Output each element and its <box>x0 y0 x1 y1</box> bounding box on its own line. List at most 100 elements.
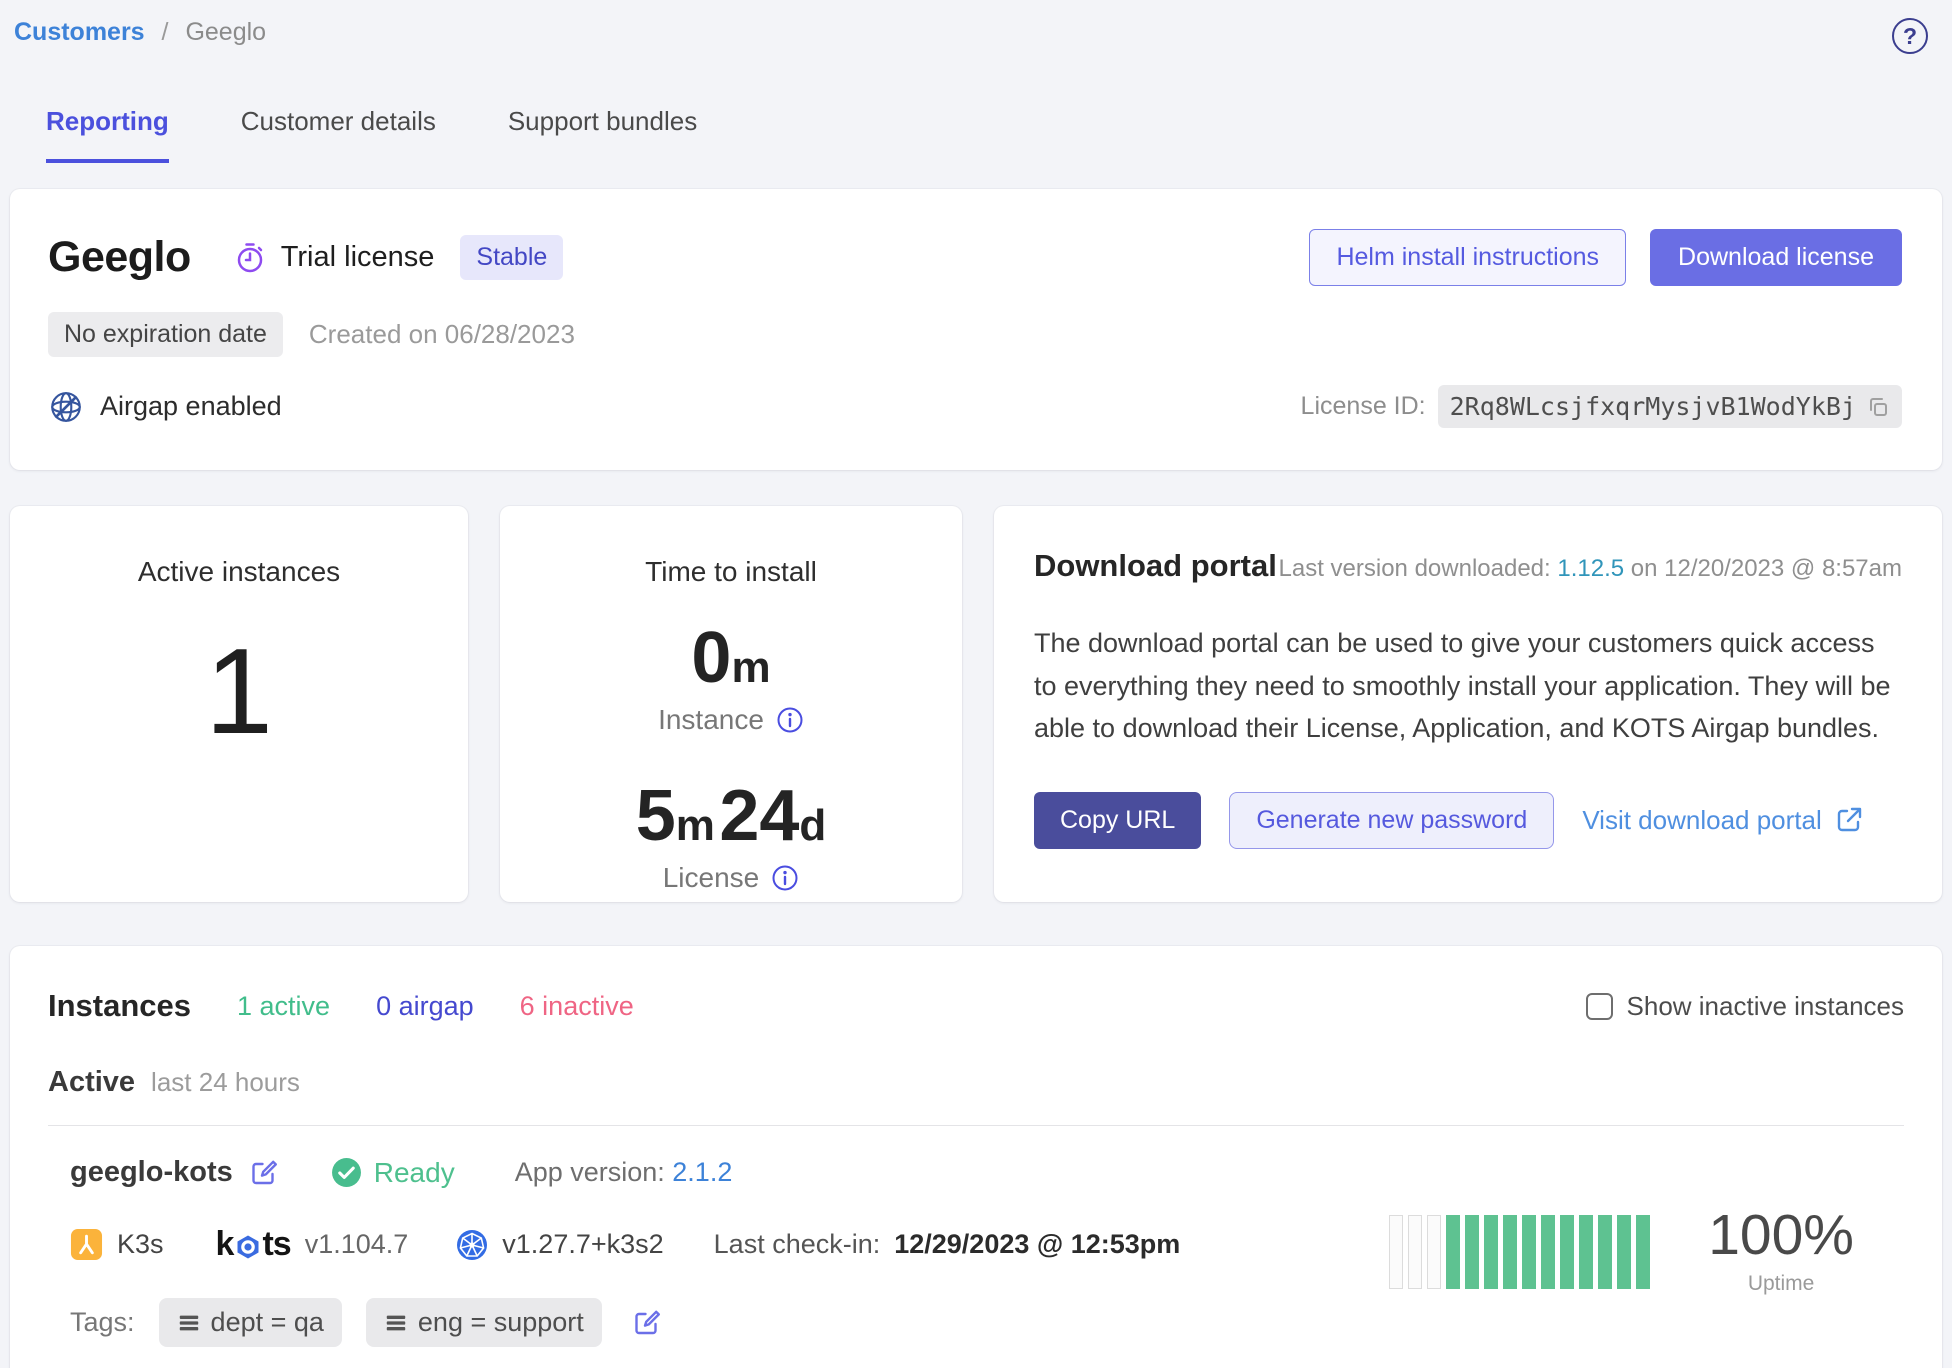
copy-icon[interactable] <box>1866 395 1890 419</box>
show-inactive-checkbox[interactable] <box>1586 993 1613 1020</box>
instances-title: Instances <box>48 988 191 1024</box>
last-version-link[interactable]: 1.12.5 <box>1557 555 1624 582</box>
customer-reporting-page: Customers / Geeglo ? Reporting Customer … <box>0 0 1952 1368</box>
kots-logo-ts: ts <box>262 1225 290 1264</box>
tag-chip: dept = qa <box>159 1298 342 1347</box>
download-portal-title: Download portal <box>1034 548 1277 584</box>
help-icon[interactable]: ? <box>1892 18 1928 54</box>
download-portal-card: Download portal Last version downloaded:… <box>994 506 1942 902</box>
breadcrumb-separator: / <box>162 18 169 46</box>
active-section-sublabel: last 24 hours <box>151 1067 300 1098</box>
breadcrumb: Customers / Geeglo <box>14 18 266 47</box>
kots-logo: k ts <box>216 1225 291 1264</box>
instance-time-label: Instance <box>658 704 764 736</box>
uptime-bar <box>1503 1215 1517 1289</box>
k8s-version-group: v1.27.7+k3s2 <box>456 1229 663 1261</box>
license-time-value2: 24 <box>719 776 799 856</box>
show-inactive-label: Show inactive instances <box>1627 991 1904 1022</box>
active-count[interactable]: 1 active <box>237 991 330 1022</box>
kots-version-group: k ts v1.104.7 <box>216 1225 409 1264</box>
uptime-block: 100% Uptime <box>1389 1207 1854 1296</box>
time-to-install-title: Time to install <box>500 556 962 588</box>
airgap-globe-icon <box>48 389 84 425</box>
uptime-bar <box>1598 1215 1612 1289</box>
tab-bar: Reporting Customer details Support bundl… <box>46 106 1942 163</box>
info-icon[interactable] <box>771 864 799 892</box>
uptime-bar <box>1541 1215 1555 1289</box>
license-id-label: License ID: <box>1301 392 1426 421</box>
kots-logo-k: k <box>216 1225 234 1264</box>
copy-url-button[interactable]: Copy URL <box>1034 792 1201 849</box>
top-bar: Customers / Geeglo ? <box>10 10 1942 54</box>
distribution-group: K3s <box>70 1228 164 1261</box>
license-time-label: License <box>663 862 760 894</box>
download-license-button[interactable]: Download license <box>1650 229 1902 286</box>
helm-install-instructions-button[interactable]: Helm install instructions <box>1309 229 1626 286</box>
edit-tags-icon[interactable] <box>632 1308 662 1338</box>
license-type: Trial license <box>233 241 435 275</box>
external-link-icon <box>1834 805 1864 835</box>
tags-label: Tags: <box>70 1307 135 1338</box>
uptime-label: Uptime <box>1708 1272 1854 1296</box>
tag-rows-icon <box>384 1311 408 1335</box>
kots-version: v1.104.7 <box>305 1229 409 1260</box>
uptime-bar <box>1579 1215 1593 1289</box>
license-time-unit2: d <box>799 801 826 850</box>
tag-label: eng = support <box>418 1307 584 1338</box>
last-checkin-label: Last check-in: <box>714 1229 881 1260</box>
tag-label: dept = qa <box>211 1307 324 1338</box>
uptime-bar <box>1636 1215 1650 1289</box>
uptime-bar <box>1484 1215 1498 1289</box>
channel-badge: Stable <box>460 235 563 280</box>
tab-reporting[interactable]: Reporting <box>46 106 169 163</box>
instances-card: Instances 1 active 0 airgap 6 inactive S… <box>10 946 1942 1368</box>
uptime-percent: 100% <box>1708 1207 1854 1264</box>
app-version-link[interactable]: 2.1.2 <box>672 1157 732 1187</box>
download-portal-description: The download portal can be used to give … <box>1034 622 1902 750</box>
time-to-install-card: Time to install 0m Instance 5m 24d <box>500 506 962 902</box>
instance-time-value: 0 <box>691 618 731 698</box>
tab-support-bundles[interactable]: Support bundles <box>508 106 697 163</box>
tag-rows-icon <box>177 1311 201 1335</box>
customer-name: Geeglo <box>48 233 191 282</box>
info-icon[interactable] <box>776 706 804 734</box>
airgap-count[interactable]: 0 airgap <box>376 991 474 1022</box>
visit-portal-label: Visit download portal <box>1582 805 1821 836</box>
breadcrumb-customers-link[interactable]: Customers <box>14 18 145 46</box>
show-inactive-toggle[interactable]: Show inactive instances <box>1586 991 1904 1022</box>
license-install-time: 5m 24d <box>500 780 962 852</box>
airgap-status: Airgap enabled <box>48 389 282 425</box>
uptime-bars <box>1389 1215 1650 1289</box>
expiration-badge: No expiration date <box>48 312 283 357</box>
stopwatch-icon <box>233 241 267 275</box>
uptime-bar <box>1389 1215 1403 1289</box>
uptime-bar <box>1446 1215 1460 1289</box>
tab-customer-details[interactable]: Customer details <box>241 106 436 163</box>
uptime-bar <box>1465 1215 1479 1289</box>
kots-logo-o <box>235 1234 261 1260</box>
uptime-bar <box>1408 1215 1422 1289</box>
active-instances-title: Active instances <box>10 556 468 588</box>
instance-status: Ready <box>331 1157 455 1189</box>
inactive-count[interactable]: 6 inactive <box>520 991 634 1022</box>
tag-chip: eng = support <box>366 1298 602 1347</box>
edit-instance-name-icon[interactable] <box>249 1158 279 1188</box>
visit-download-portal-link[interactable]: Visit download portal <box>1582 805 1863 836</box>
active-instances-value: 1 <box>10 630 468 752</box>
uptime-bar <box>1560 1215 1574 1289</box>
instance-status-label: Ready <box>374 1157 455 1189</box>
distribution-label: K3s <box>117 1229 164 1260</box>
license-type-label: Trial license <box>281 241 435 274</box>
active-instances-card: Active instances 1 <box>10 506 468 902</box>
last-checkin-value: 12/29/2023 @ 12:53pm <box>894 1229 1180 1260</box>
created-date-text: Created on 06/28/2023 <box>309 319 575 350</box>
kubernetes-icon <box>456 1229 488 1261</box>
last-checkin: Last check-in: 12/29/2023 @ 12:53pm <box>714 1229 1181 1260</box>
generate-new-password-button[interactable]: Generate new password <box>1229 792 1554 849</box>
active-section-label: Active <box>48 1066 135 1099</box>
license-time-value1: 5 <box>636 776 676 856</box>
k8s-version: v1.27.7+k3s2 <box>502 1229 663 1260</box>
breadcrumb-current: Geeglo <box>185 18 266 46</box>
instance-time-unit: m <box>731 643 770 692</box>
uptime-bar <box>1427 1215 1441 1289</box>
